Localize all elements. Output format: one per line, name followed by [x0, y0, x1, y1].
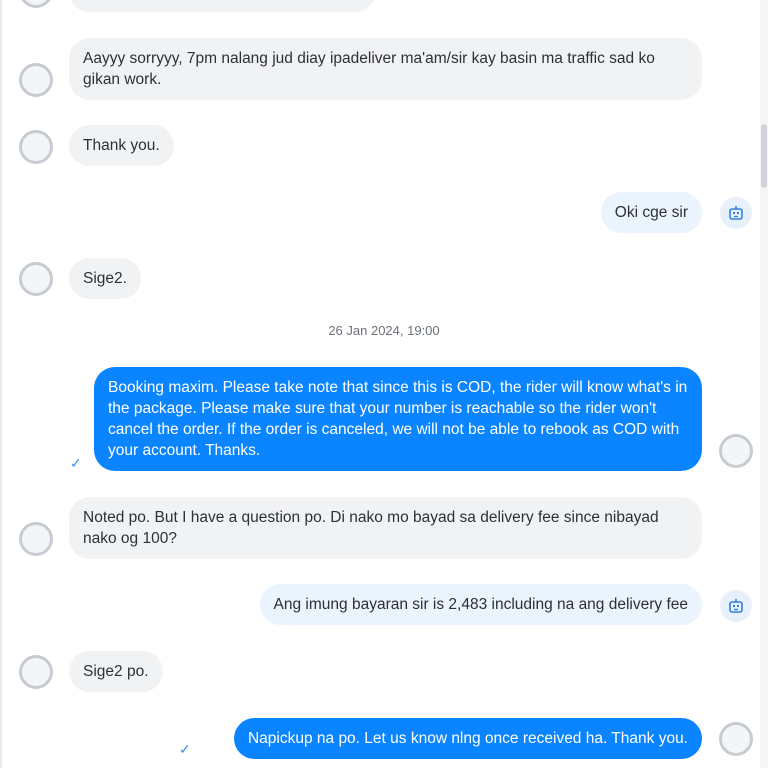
outgoing-message: Ang imung bayaran sir is 2,483 including… — [259, 584, 702, 625]
incoming-avatar — [19, 130, 53, 164]
incoming-avatar — [19, 0, 53, 8]
checkmark-icon: ✓ — [179, 741, 191, 757]
bot-icon — [720, 197, 752, 229]
incoming-avatar — [19, 262, 53, 296]
outgoing-message: Napickup na po. Let us know nlng once re… — [233, 718, 702, 759]
date-separator: 26 Jan 2024, 19:00 — [328, 323, 440, 338]
user-avatar — [719, 434, 753, 468]
incoming-message — [69, 0, 375, 12]
scrollbar-track[interactable] — [760, 0, 768, 768]
incoming-avatar — [19, 522, 53, 556]
user-avatar — [719, 722, 753, 756]
incoming-message: Sige2. — [69, 258, 141, 299]
incoming-avatar — [19, 63, 53, 97]
incoming-message: Sige2 po. — [69, 651, 163, 692]
outgoing-message: Oki cge sir — [600, 192, 702, 233]
incoming-message: Aayyy sorryyy, 7pm nalang jud diay ipade… — [69, 38, 702, 100]
scrollbar-thumb[interactable] — [761, 124, 767, 188]
outgoing-message: Booking maxim. Please take note that sin… — [94, 367, 702, 471]
incoming-message: Noted po. But I have a question po. Di n… — [69, 497, 702, 559]
incoming-avatar — [19, 655, 53, 689]
bot-icon — [720, 590, 752, 622]
checkmark-icon: ✓ — [70, 455, 82, 471]
incoming-message: Thank you. — [69, 125, 174, 166]
left-divider — [0, 0, 2, 768]
